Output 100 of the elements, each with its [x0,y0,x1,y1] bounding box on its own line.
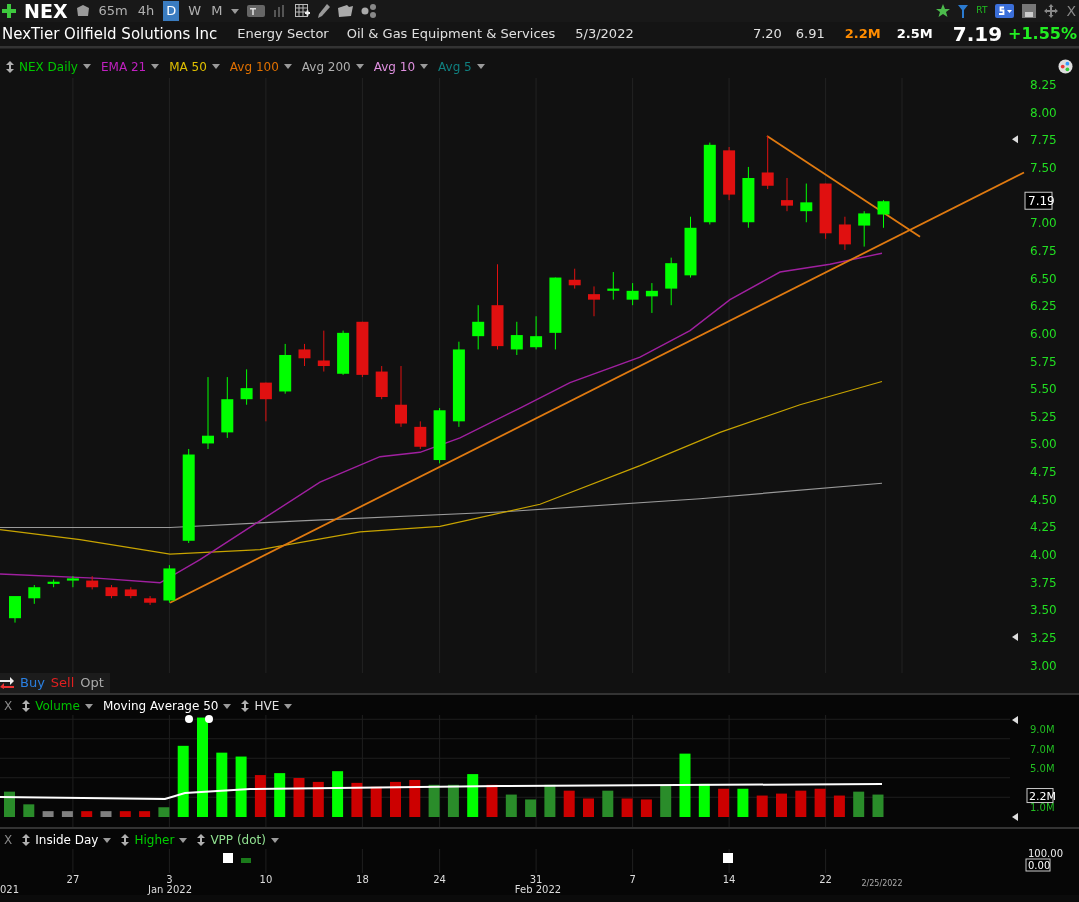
candlestick [395,365,407,428]
date-axis-label: 14 [722,874,736,885]
volume-bar [274,773,286,817]
candlestick [375,365,388,400]
text-tool-icon[interactable] [247,5,266,17]
study-label[interactable]: MA 50 [169,57,207,76]
study-label[interactable]: Volume [35,697,80,715]
volume-bar [486,784,498,817]
date-axis-label: 31 [529,874,543,885]
volume-bar [505,794,517,817]
realtime-label: RT [976,4,988,18]
study-label[interactable]: Inside Day [35,831,99,849]
drag-handle-icon[interactable] [22,700,31,712]
timeframe-tab[interactable]: D [163,1,180,21]
study-label[interactable]: Avg 10 [373,57,416,76]
volume-bar [583,798,594,817]
volume-bar [332,771,344,817]
drag-handle-icon[interactable] [197,834,206,846]
close-button[interactable]: X [1066,0,1077,22]
timeframe-tab[interactable]: W [187,1,203,21]
trend-line[interactable] [169,171,1025,604]
caret-icon[interactable] [179,837,188,843]
options-button[interactable]: Opt [80,673,104,693]
close-button[interactable]: X [4,831,13,849]
drag-handle-icon[interactable] [241,700,250,712]
volume-bar [563,790,575,817]
timeframe-tab[interactable]: 65m [97,1,129,21]
volume-bar [351,782,363,817]
timeframe-tab[interactable]: M [210,1,224,21]
sell-button[interactable]: Sell [50,673,75,693]
add-icon[interactable] [2,4,16,18]
s-menu-icon[interactable] [995,4,1015,18]
date-axis-label: 24 [433,874,446,885]
caret-icon[interactable] [476,64,485,69]
study-label[interactable]: Avg 200 [301,57,351,76]
volume-bar [4,791,15,817]
caret-icon[interactable] [270,837,279,843]
caret-icon[interactable] [231,8,240,14]
study-label[interactable]: HVE [254,697,280,715]
price-axis-label: 4.00 [1030,548,1057,563]
study-label[interactable]: NEX Daily [19,57,78,76]
candlestick [144,595,157,606]
caret-icon[interactable] [223,703,232,709]
volume-bar [158,807,170,817]
volume-bar [737,788,749,817]
study-label[interactable]: VPP (dot) [210,831,266,849]
caret-icon[interactable] [355,64,364,69]
caret-icon[interactable] [284,703,293,709]
symbol[interactable]: NEX [24,1,68,21]
volume-bar [390,781,401,817]
signal-marker [723,853,733,863]
candlestick [838,216,851,251]
buy-button[interactable]: Buy [20,673,45,693]
average-volume: 2.5M [896,25,933,44]
price-axis-label: 7.00 [1030,216,1057,231]
drag-handle-icon[interactable] [22,834,31,846]
timeframe-tab[interactable]: 4h [136,1,156,21]
caret-icon[interactable] [103,837,112,843]
move-icon[interactable] [1044,4,1059,18]
candlestick [645,282,658,314]
volume-bar [42,811,54,817]
volume-bar [660,785,672,817]
folder-icon[interactable] [338,5,354,17]
volume-bar [544,784,556,817]
price-axis-label: 5.00 [1030,437,1057,452]
pencil-icon[interactable] [318,4,331,18]
caret-icon[interactable] [82,64,91,69]
volume-axis-label: 1.0M [1030,802,1055,814]
marker-icon [1012,135,1018,144]
volume-axis-label: 7.0M [1030,743,1055,755]
trade-icon[interactable] [0,677,14,689]
month-axis-label: Feb 2022 [514,884,562,895]
candlestick [510,321,523,356]
study-label[interactable]: Avg 100 [229,57,279,76]
caret-icon[interactable] [151,64,160,69]
candlestick [240,368,253,406]
close-button[interactable]: X [4,697,13,715]
caret-icon[interactable] [420,64,429,69]
save-icon[interactable] [1022,4,1037,18]
study-label[interactable]: Higher [134,831,175,849]
color-wheel-icon[interactable] [1058,59,1073,74]
study-label[interactable]: EMA 21 [100,57,147,76]
volume-bar [216,752,228,817]
calendar-add-icon[interactable] [295,4,311,18]
caret-icon[interactable] [84,703,93,709]
marker-icon [1012,633,1018,641]
study-label[interactable]: Avg 5 [438,57,472,76]
caret-icon[interactable] [211,64,220,69]
price-axis-label: 5.50 [1030,382,1057,397]
study-label[interactable]: Moving Average 50 [102,697,219,715]
candlestick [28,584,41,605]
trend-line[interactable] [766,135,921,238]
caret-icon[interactable] [283,64,292,69]
month-axis-label: 021 [0,884,20,895]
share-icon[interactable] [361,4,378,18]
drag-handle-icon[interactable] [6,60,14,73]
date-label: 5/3/2022 [575,25,634,44]
star-icon[interactable] [936,4,951,18]
drag-handle-icon[interactable] [121,834,130,846]
candlestick [356,321,369,378]
